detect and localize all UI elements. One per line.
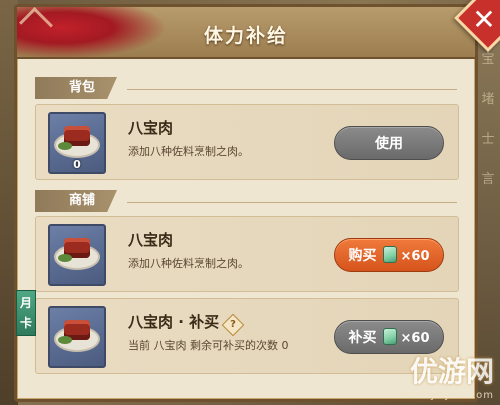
item-description: 添加八种佐料烹制之肉。 (128, 257, 249, 270)
rebuy-price: ×60 (400, 331, 430, 346)
eight-treasure-meat-icon[interactable]: 0 (48, 112, 106, 174)
section-divider (127, 89, 457, 90)
greens-shape (58, 142, 72, 150)
background-side-text: 宝 堵 士 言 (481, 52, 495, 187)
eight-treasure-meat-icon[interactable] (48, 224, 106, 286)
rebuy-button[interactable]: 补买 ×60 (334, 320, 444, 354)
watermark-logo: 优游网 (409, 355, 494, 388)
item-count: 0 (73, 158, 81, 171)
panel-title: 体力补给 (203, 25, 288, 47)
section-shop-label: 商铺 (35, 190, 118, 212)
use-button[interactable]: 使用 (334, 126, 444, 160)
item-name: 八宝肉 (128, 119, 174, 137)
question-icon[interactable]: ? (221, 313, 245, 337)
shop-rebuy-item-card: 八宝肉 · 补买? 当前 八宝肉 剩余可补买的次数 0 补买 ×60 (35, 298, 459, 374)
watermark: 优游网 www.yoyou.com (399, 350, 494, 401)
jade-icon (382, 328, 397, 345)
rebuy-item-name: 八宝肉 · 补买 (128, 313, 220, 331)
greens-shape (58, 336, 72, 344)
buy-button[interactable]: 购买 ×60 (334, 238, 444, 272)
rebuy-remaining-text: 当前 八宝肉 剩余可补买的次数 0 (128, 339, 289, 352)
panel-header: 体力补给 (17, 7, 475, 59)
eight-treasure-meat-icon[interactable] (48, 306, 106, 368)
section-backpack-label: 背包 (35, 77, 118, 99)
jade-icon (382, 246, 397, 263)
stamina-supply-panel: 体力补给 背包 0 八宝肉 添加八种佐料烹制之肉。 使用 商铺 八宝肉 添加八种… (14, 4, 478, 402)
close-icon[interactable]: ✕ (470, 6, 498, 34)
shop-item-card: 八宝肉 添加八种佐料烹制之肉。 购买 ×60 (35, 216, 459, 292)
item-description: 添加八种佐料烹制之肉。 (128, 145, 249, 158)
watermark-url: www.yoyou.com (399, 390, 494, 401)
buy-price: ×60 (400, 249, 430, 264)
greens-shape (58, 254, 72, 262)
month-card-tag: 月卡 (16, 290, 36, 336)
backpack-item-card: 0 八宝肉 添加八种佐料烹制之肉。 使用 (35, 104, 459, 180)
buy-button-label: 购买 (348, 248, 377, 264)
item-name: 八宝肉 (128, 231, 174, 249)
section-divider (127, 202, 457, 203)
background-right: 宝 堵 士 言 (478, 0, 500, 405)
rebuy-button-label: 补买 (348, 330, 377, 346)
item-name: 八宝肉 · 补买? (128, 311, 245, 337)
